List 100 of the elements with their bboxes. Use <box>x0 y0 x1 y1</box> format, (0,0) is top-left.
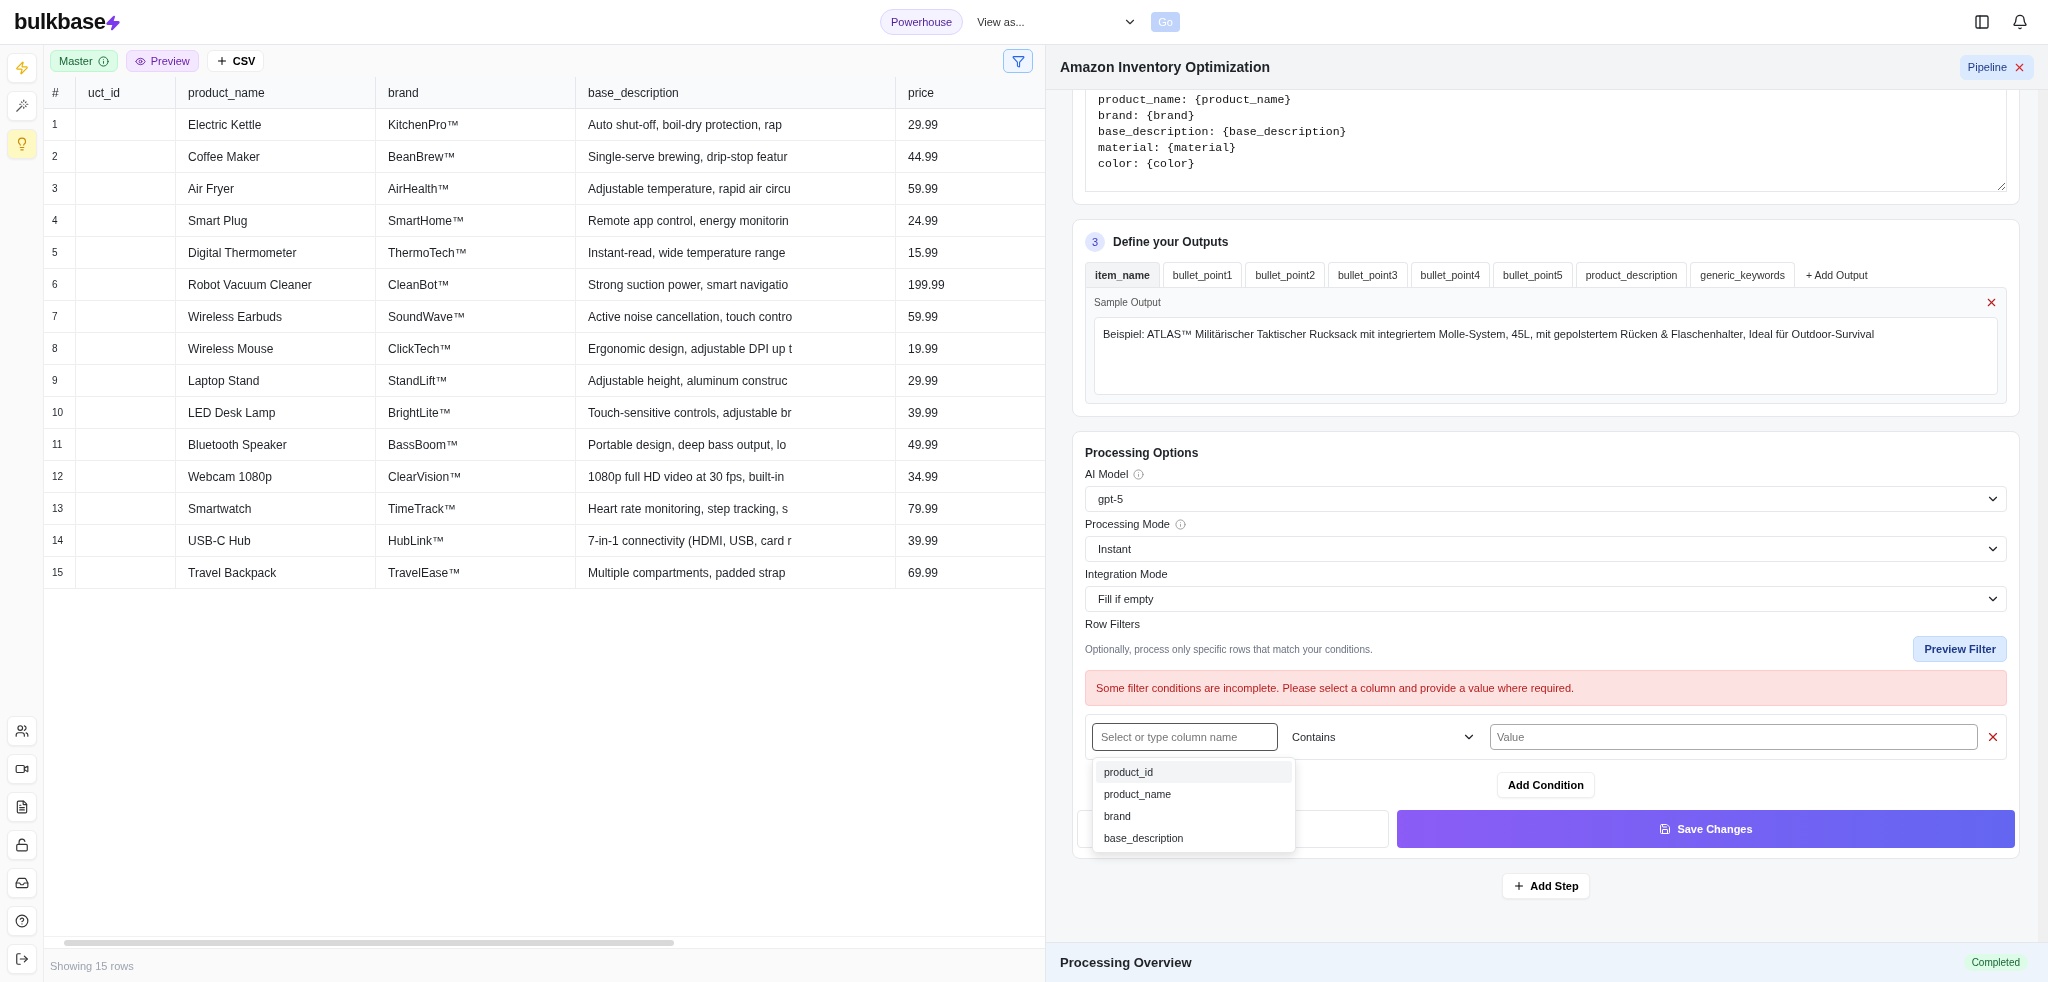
menu-item[interactable]: product_name <box>1096 783 1292 805</box>
output-tab[interactable]: bullet_point3 <box>1328 262 1408 287</box>
add-condition-button[interactable]: Add Condition <box>1497 772 1595 798</box>
inbox-icon <box>14 876 29 890</box>
sidebar-button[interactable] <box>6 716 37 746</box>
wand-icon <box>14 99 29 113</box>
section-title: Processing Overview <box>1060 955 1192 970</box>
row-number: 6 <box>44 269 76 301</box>
table-cell: Smart Plug <box>176 205 376 237</box>
save-button[interactable]: Save Changes <box>1397 810 2015 848</box>
close-icon[interactable] <box>1985 296 1998 309</box>
plus-icon <box>215 55 228 67</box>
sidebar-button[interactable] <box>6 830 37 860</box>
field-label: Processing Mode <box>1085 518 1170 530</box>
output-tab[interactable]: product_description <box>1575 262 1688 287</box>
operator-select[interactable]: Contains <box>1286 723 1482 751</box>
hint-text: Optionally, process only specific rows that match your conditions. <box>1085 643 1373 655</box>
csv-button[interactable]: CSV <box>206 50 265 72</box>
help-icon <box>14 914 29 928</box>
sample-output-field[interactable]: Beispiel: ATLAS™ Militärischer Taktischer Rucksack mit integriertem Molle-System, 45L, mit gepolstertem Rücken & Flaschenhalter, Ideal für Outdoor-Survival <box>1094 317 1998 395</box>
document-icon <box>14 800 29 814</box>
column-header[interactable]: base_description <box>576 77 896 109</box>
add-output-button[interactable]: + Add Output <box>1797 263 1876 287</box>
table-cell: BrightLite™ <box>376 397 576 429</box>
table-cell: Webcam 1080p <box>176 461 376 493</box>
output-tab[interactable]: bullet_point5 <box>1493 262 1573 287</box>
plus-icon <box>1513 880 1526 892</box>
preview-tag[interactable]: Preview <box>125 50 199 72</box>
menu-item[interactable]: product_id <box>1096 761 1292 783</box>
table-cell: ClickTech™ <box>376 333 576 365</box>
table-cell: Heart rate monitoring, step tracking, s <box>576 493 896 525</box>
row-number: 13 <box>44 493 76 525</box>
row-number: 5 <box>44 237 76 269</box>
field-label: Sample Output <box>1094 297 1161 308</box>
info-icon <box>97 55 109 67</box>
view-as-select[interactable]: View as... <box>977 15 1138 29</box>
row-number: 8 <box>44 333 76 365</box>
add-step-button[interactable]: Add Step <box>1502 873 1590 899</box>
table-cell: Adjustable temperature, rapid air circu <box>576 173 896 205</box>
row-number: 4 <box>44 205 76 237</box>
notification-icon[interactable] <box>2012 14 2028 30</box>
table-cell: Smartwatch <box>176 493 376 525</box>
panel-toggle-icon[interactable] <box>1974 14 1990 30</box>
output-tab[interactable]: bullet_point2 <box>1245 262 1325 287</box>
column-header[interactable]: brand <box>376 77 576 109</box>
table-cell: Portable design, deep bass output, lo <box>576 429 896 461</box>
sidebar-button[interactable] <box>6 754 37 784</box>
pipeline-button[interactable]: Pipeline <box>1959 54 2034 80</box>
logout-icon <box>14 952 29 966</box>
sidebar-button[interactable] <box>6 944 37 974</box>
output-tab[interactable]: bullet_point1 <box>1162 262 1243 287</box>
sidebar-button[interactable] <box>6 906 37 936</box>
filter-button[interactable] <box>1003 49 1033 73</box>
select-field[interactable]: Fill if empty <box>1085 586 2007 612</box>
field-label: AI Model <box>1085 468 1129 480</box>
table-cell: Robot Vacuum Cleaner <box>176 269 376 301</box>
value-input[interactable]: Value <box>1490 724 1978 750</box>
workspace-badge[interactable]: Powerhouse <box>880 9 964 35</box>
output-tab[interactable]: item_name <box>1085 262 1160 287</box>
select-field[interactable]: gpt-5 <box>1085 486 2007 512</box>
table-cell: LED Desk Lamp <box>176 397 376 429</box>
table-cell: Coffee Maker <box>176 141 376 173</box>
column-header[interactable]: uct_id <box>76 77 176 109</box>
eye-icon <box>134 55 146 67</box>
table-cell: ThermoTech™ <box>376 237 576 269</box>
sidebar-button[interactable] <box>6 792 37 822</box>
table-cell: 7-in-1 connectivity (HDMI, USB, card r <box>576 525 896 557</box>
master-tag[interactable]: Master <box>50 50 118 72</box>
remove-icon[interactable] <box>1986 730 2000 744</box>
table-cell: Digital Thermometer <box>176 237 376 269</box>
table-cell: Air Fryer <box>176 173 376 205</box>
column-header[interactable]: # <box>44 77 76 109</box>
row-number: 15 <box>44 557 76 589</box>
table-cell: USB-C Hub <box>176 525 376 557</box>
column-header[interactable]: price <box>896 77 1045 109</box>
table-cell: Ergonomic design, adjustable DPI up t <box>576 333 896 365</box>
output-tab[interactable]: bullet_point4 <box>1410 262 1491 287</box>
step-number: 3 <box>1085 232 1105 252</box>
info-icon <box>1133 468 1145 480</box>
prompt-field[interactable]: product_name: {product_name} brand: {brand} base_description: {base_description} material: {material} color: {color} <box>1085 90 2007 192</box>
menu-item[interactable]: brand <box>1096 805 1292 827</box>
filter-icon <box>1011 54 1025 68</box>
table-cell: Laptop Stand <box>176 365 376 397</box>
output-tab[interactable]: generic_keywords <box>1690 262 1795 287</box>
table-cell: SoundWave™ <box>376 301 576 333</box>
sidebar-button[interactable] <box>6 868 37 898</box>
table-cell: Single-serve brewing, drip-stop featur <box>576 141 896 173</box>
step-title: Define your Outputs <box>1113 235 1229 249</box>
column-header[interactable]: product_name <box>176 77 376 109</box>
menu-item[interactable]: base_description <box>1096 827 1292 849</box>
table-cell: KitchenPro™ <box>376 109 576 141</box>
table-cell: Travel Backpack <box>176 557 376 589</box>
table-cell: Touch-sensitive controls, adjustable br <box>576 397 896 429</box>
table-cell: Wireless Earbuds <box>176 301 376 333</box>
column-input[interactable]: Select or type column name <box>1092 723 1278 751</box>
table-cell: Wireless Mouse <box>176 333 376 365</box>
table-cell: BassBoom™ <box>376 429 576 461</box>
select-field[interactable]: Instant <box>1085 536 2007 562</box>
preview-filter-button[interactable]: Preview Filter <box>1913 636 2007 662</box>
row-number: 3 <box>44 173 76 205</box>
